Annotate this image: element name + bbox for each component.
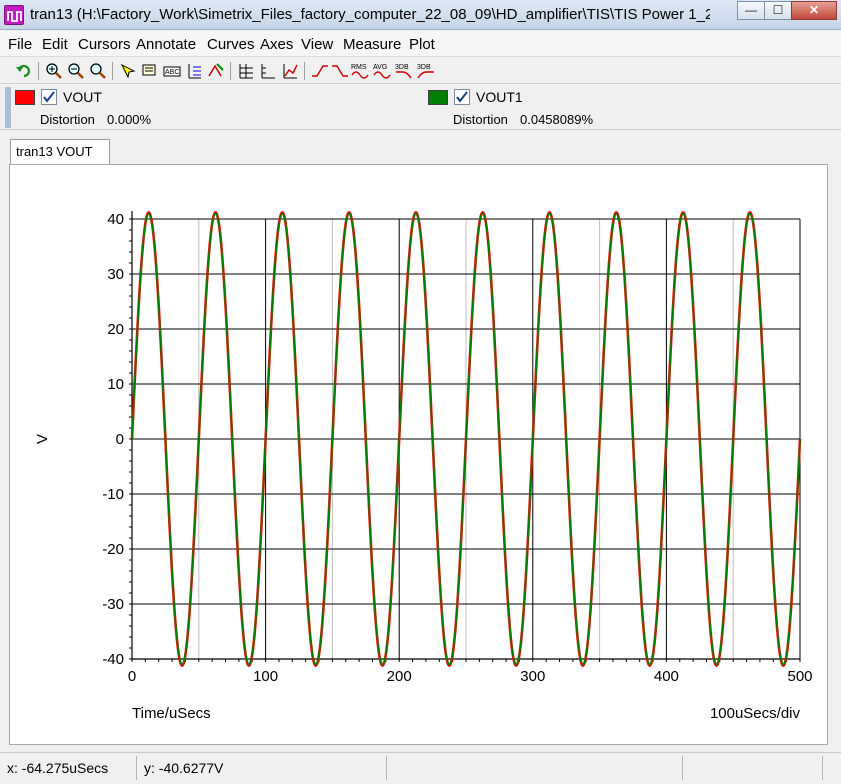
x-tick-label: 300 bbox=[520, 668, 545, 685]
status-cell-empty bbox=[387, 756, 683, 780]
vout-visible-checkbox[interactable] bbox=[41, 89, 57, 105]
menu-file[interactable]: File bbox=[8, 36, 32, 53]
menu-cursors[interactable]: Cursors bbox=[78, 36, 131, 53]
graph-icon[interactable] bbox=[280, 61, 300, 81]
title-bar: tran13 (H:\Factory_Work\Simetrix_Files_f… bbox=[0, 0, 841, 30]
x-scale-label: 100uSecs/div bbox=[710, 705, 801, 722]
vout1-curve-name: VOUT1 bbox=[476, 89, 523, 105]
curve-legend: VOUT Distortion 0.000% VOUT1 Distortion … bbox=[0, 85, 841, 130]
menu-annotate[interactable]: Annotate bbox=[136, 36, 196, 53]
y-tick-label: -30 bbox=[102, 596, 124, 613]
annotate-icon[interactable] bbox=[140, 61, 160, 81]
rise-time-icon[interactable] bbox=[310, 61, 330, 81]
vout-measure-value: 0.000% bbox=[107, 112, 152, 127]
y-tick-label: -40 bbox=[102, 651, 124, 668]
svg-text:3DB: 3DB bbox=[417, 64, 431, 71]
fall-time-icon[interactable] bbox=[330, 61, 350, 81]
label-abc-icon[interactable]: ABC bbox=[162, 61, 182, 81]
menu-edit[interactable]: Edit bbox=[42, 36, 68, 53]
x-tick-label: 200 bbox=[387, 668, 412, 685]
curve-edit-icon[interactable] bbox=[206, 61, 226, 81]
x-tick-label: 0 bbox=[128, 668, 136, 685]
pan-icon[interactable] bbox=[118, 61, 138, 81]
graph-panel[interactable]: 40 30 20 10 0 -10 -20 -30 -40 0 100 200 300 400 500 Tim… bbox=[9, 164, 828, 745]
status-bar: x: -64.275uSecs y: -40.6277V bbox=[0, 752, 841, 784]
x-tick-label: 400 bbox=[654, 668, 679, 685]
avg-icon[interactable]: AVG bbox=[372, 61, 392, 81]
vout1-visible-checkbox[interactable] bbox=[454, 89, 470, 105]
maximize-button[interactable]: ☐ bbox=[764, 1, 792, 20]
vout-color-swatch[interactable] bbox=[15, 90, 35, 105]
menu-curves[interactable]: Curves bbox=[207, 36, 255, 53]
vout1-measure-label: Distortion bbox=[453, 112, 508, 127]
axis-icon[interactable] bbox=[258, 61, 278, 81]
legend-handle[interactable] bbox=[5, 87, 11, 128]
y-axis-label: V bbox=[34, 434, 51, 444]
undo-icon[interactable] bbox=[14, 61, 34, 81]
vout1-color-swatch[interactable] bbox=[428, 90, 448, 105]
menu-view[interactable]: View bbox=[301, 36, 333, 53]
zoom-in-icon[interactable] bbox=[44, 61, 64, 81]
vout1-measure-value: 0.0458089% bbox=[520, 112, 594, 127]
window-title: tran13 (H:\Factory_Work\Simetrix_Files_f… bbox=[30, 6, 710, 23]
minimize-button[interactable]: — bbox=[737, 1, 765, 20]
menu-plot[interactable]: Plot bbox=[409, 36, 435, 53]
grid-icon[interactable] bbox=[236, 61, 256, 81]
x-tick-label: 500 bbox=[787, 668, 812, 685]
3db-high-icon[interactable]: 3DB bbox=[416, 61, 436, 81]
vout-measure-label: Distortion bbox=[40, 112, 95, 127]
status-cell-empty-2 bbox=[683, 756, 823, 780]
x-cursor-readout: x: -64.275uSecs bbox=[7, 760, 109, 776]
zoom-full-icon[interactable] bbox=[88, 61, 108, 81]
svg-text:RMS: RMS bbox=[351, 64, 367, 71]
x-tick-label: 100 bbox=[253, 668, 278, 685]
menu-axes[interactable]: Axes bbox=[260, 36, 293, 53]
svg-text:ABC: ABC bbox=[165, 69, 179, 76]
zoom-out-icon[interactable] bbox=[66, 61, 86, 81]
menu-measure[interactable]: Measure bbox=[343, 36, 401, 53]
y-cursor-readout: y: -40.6277V bbox=[144, 760, 224, 776]
3db-low-icon[interactable]: 3DB bbox=[394, 61, 414, 81]
svg-text:AVG: AVG bbox=[373, 64, 387, 71]
y-tick-label: 20 bbox=[107, 321, 124, 338]
y-tick-label: -20 bbox=[102, 541, 124, 558]
y-tick-label: 10 bbox=[107, 376, 124, 393]
vout-curve-name: VOUT bbox=[63, 89, 102, 105]
y-tick-label: 0 bbox=[116, 431, 124, 448]
add-axis-icon[interactable] bbox=[184, 61, 204, 81]
y-tick-label: -10 bbox=[102, 486, 124, 503]
y-tick-label: 30 bbox=[107, 266, 124, 283]
menu-bar: File Edit Cursors Annotate Curves Axes V… bbox=[0, 31, 841, 57]
tab-label: tran13 VOUT bbox=[16, 144, 93, 159]
y-tick-label: 40 bbox=[107, 211, 124, 228]
y-readout-cell: y: -40.6277V bbox=[137, 756, 387, 780]
simetrix-app-icon[interactable] bbox=[4, 5, 24, 25]
rms-icon[interactable]: RMS bbox=[350, 61, 370, 81]
x-axis-label: Time/uSecs bbox=[132, 705, 211, 722]
x-readout-cell: x: -64.275uSecs bbox=[0, 756, 137, 780]
close-button[interactable]: ✕ bbox=[791, 1, 837, 20]
toolbar: ABC RMS AVG 3DB 3DB bbox=[0, 58, 841, 84]
svg-text:3DB: 3DB bbox=[395, 64, 409, 71]
tab-tran13-vout[interactable]: tran13 VOUT bbox=[10, 139, 110, 164]
waveform-plot[interactable]: 403020100-10-20-30-400 100 200 300 400 500Tim… bbox=[10, 165, 829, 746]
